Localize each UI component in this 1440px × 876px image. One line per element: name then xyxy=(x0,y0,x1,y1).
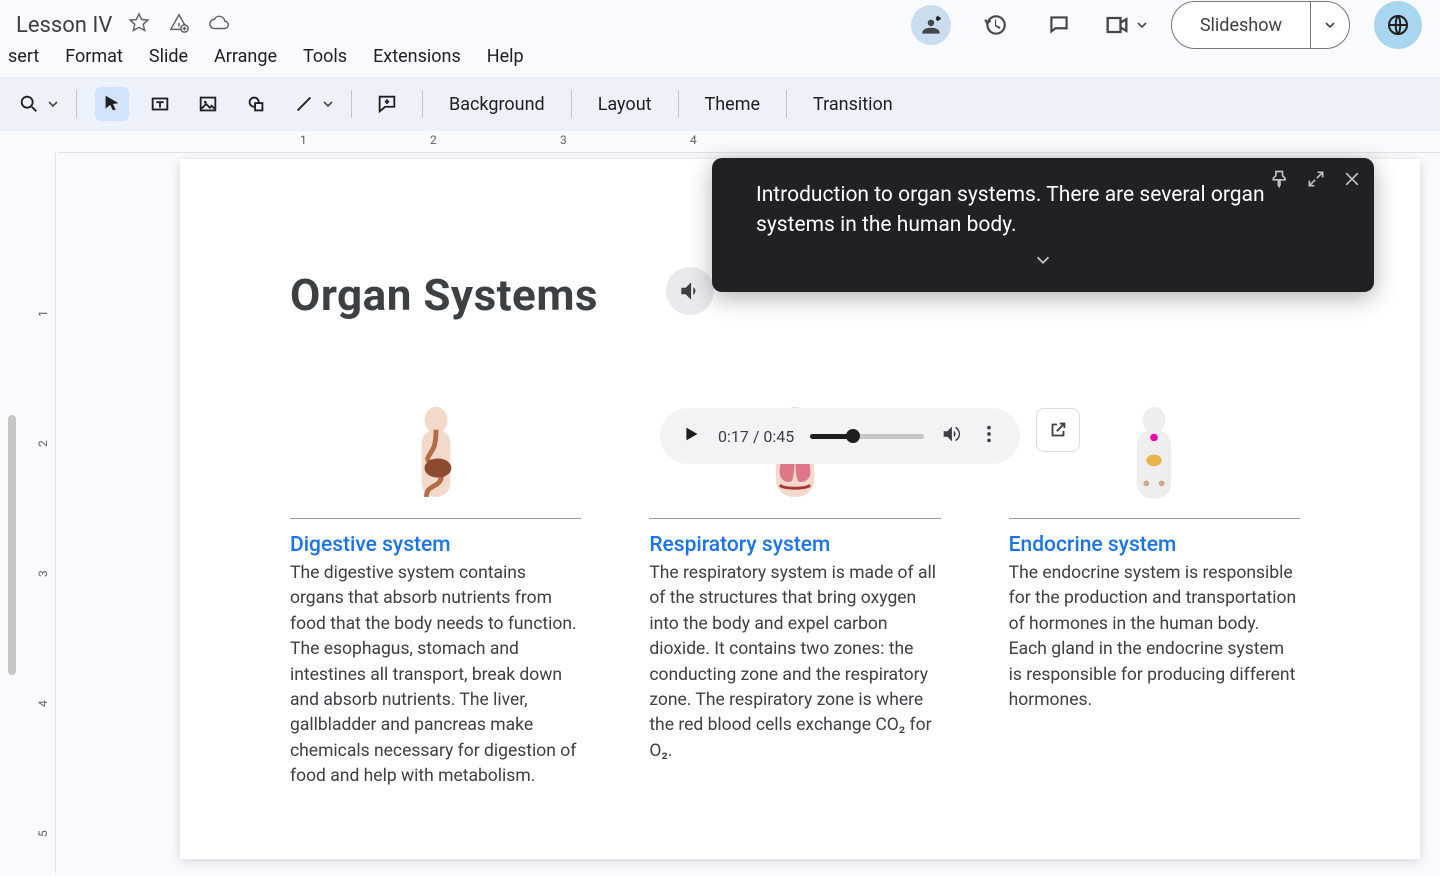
image-tool[interactable] xyxy=(191,87,225,121)
document-title[interactable]: Lesson IV xyxy=(8,13,112,38)
column-heading[interactable]: Respiratory system xyxy=(649,533,940,557)
menu-help[interactable]: Help xyxy=(487,46,524,67)
pin-icon[interactable] xyxy=(1270,168,1290,198)
ruler-tick: 2 xyxy=(36,440,50,447)
comments-icon[interactable] xyxy=(1039,5,1079,45)
select-tool[interactable] xyxy=(95,87,129,121)
slideshow-label: Slideshow xyxy=(1172,2,1311,48)
expand-icon[interactable] xyxy=(1306,168,1326,198)
filmstrip-scrollbar[interactable] xyxy=(4,135,24,873)
column-body[interactable]: The endocrine system is responsible for … xyxy=(1009,561,1300,713)
close-icon[interactable] xyxy=(1342,168,1362,198)
ruler-tick: 5 xyxy=(36,830,50,837)
separator xyxy=(786,90,787,118)
column-endocrine: Endocrine system The endocrine system is… xyxy=(1009,399,1300,789)
slideshow-dropdown[interactable] xyxy=(1311,2,1349,48)
audio-time: 0:17 / 0:45 xyxy=(718,427,794,446)
chevron-down-icon xyxy=(1137,20,1147,30)
audio-progress-track[interactable] xyxy=(810,434,924,439)
more-icon[interactable] xyxy=(978,423,1000,449)
textbox-tool[interactable] xyxy=(143,87,177,121)
audio-total-time: 0:45 xyxy=(763,427,794,446)
transition-button[interactable]: Transition xyxy=(805,94,901,115)
vertical-ruler: 1 2 3 4 5 xyxy=(34,153,56,873)
ruler-tick: 3 xyxy=(36,570,50,577)
captions-expand-down[interactable] xyxy=(756,249,1330,280)
star-icon[interactable] xyxy=(128,12,150,38)
ruler-tick: 4 xyxy=(690,133,697,147)
shape-tool[interactable] xyxy=(239,87,273,121)
toolbar: Background Layout Theme Transition xyxy=(0,77,1440,131)
volume-icon[interactable] xyxy=(940,423,962,449)
comment-tool[interactable] xyxy=(370,87,404,121)
play-icon[interactable] xyxy=(680,423,702,449)
column-digestive: Digestive system The digestive system co… xyxy=(290,399,581,789)
zoom-tool[interactable] xyxy=(12,87,58,121)
theme-button[interactable]: Theme xyxy=(697,94,769,115)
separator xyxy=(422,90,423,118)
horizontal-ruler: 1 2 3 4 xyxy=(58,131,1440,153)
audio-object-icon[interactable] xyxy=(666,267,714,315)
menu-tools[interactable]: Tools xyxy=(303,46,347,67)
background-button[interactable]: Background xyxy=(441,94,553,115)
scrollbar-thumb[interactable] xyxy=(8,415,16,675)
title-icon-group xyxy=(128,12,230,38)
column-heading[interactable]: Endocrine system xyxy=(1009,533,1300,557)
move-icon[interactable] xyxy=(168,12,190,38)
menu-insert[interactable]: sert xyxy=(8,46,39,67)
column-body[interactable]: The respiratory system is made of all of… xyxy=(649,561,940,764)
ruler-tick: 3 xyxy=(560,133,567,147)
separator xyxy=(571,90,572,118)
separator xyxy=(76,90,77,118)
column-body[interactable]: The digestive system contains organs tha… xyxy=(290,561,581,789)
slideshow-button[interactable]: Slideshow xyxy=(1171,1,1350,49)
title-bar: Lesson IV Slideshow xyxy=(0,0,1440,42)
title-right-group: Slideshow xyxy=(911,1,1422,49)
version-history-icon[interactable] xyxy=(975,5,1015,45)
menu-slide[interactable]: Slide xyxy=(149,46,188,67)
column-heading[interactable]: Digestive system xyxy=(290,533,581,557)
share-button[interactable] xyxy=(1374,1,1422,49)
ruler-tick: 1 xyxy=(300,133,307,147)
chevron-down-icon xyxy=(1325,20,1335,30)
captions-panel: Introduction to organ systems. There are… xyxy=(712,158,1374,292)
ruler-tick: 2 xyxy=(430,133,437,147)
open-external-icon[interactable] xyxy=(1036,408,1080,452)
video-call-button[interactable] xyxy=(1103,11,1147,39)
captions-text: Introduction to organ systems. There are… xyxy=(756,180,1330,241)
separator xyxy=(351,90,352,118)
separator xyxy=(678,90,679,118)
menu-arrange[interactable]: Arrange xyxy=(214,46,277,67)
chevron-down-icon xyxy=(48,99,58,109)
audio-current-time: 0:17 xyxy=(718,427,749,446)
present-to-meeting-icon[interactable] xyxy=(911,5,951,45)
ruler-tick: 4 xyxy=(36,700,50,707)
cloud-status-icon[interactable] xyxy=(208,12,230,38)
menu-format[interactable]: Format xyxy=(65,46,123,67)
digestive-image[interactable] xyxy=(290,399,581,519)
audio-player: 0:17 / 0:45 xyxy=(660,408,1020,464)
layout-button[interactable]: Layout xyxy=(590,94,660,115)
ruler-tick: 1 xyxy=(36,310,50,317)
chevron-down-icon xyxy=(323,99,333,109)
line-tool[interactable] xyxy=(287,87,333,121)
audio-progress-knob[interactable] xyxy=(846,429,860,443)
menu-extensions[interactable]: Extensions xyxy=(373,46,461,67)
